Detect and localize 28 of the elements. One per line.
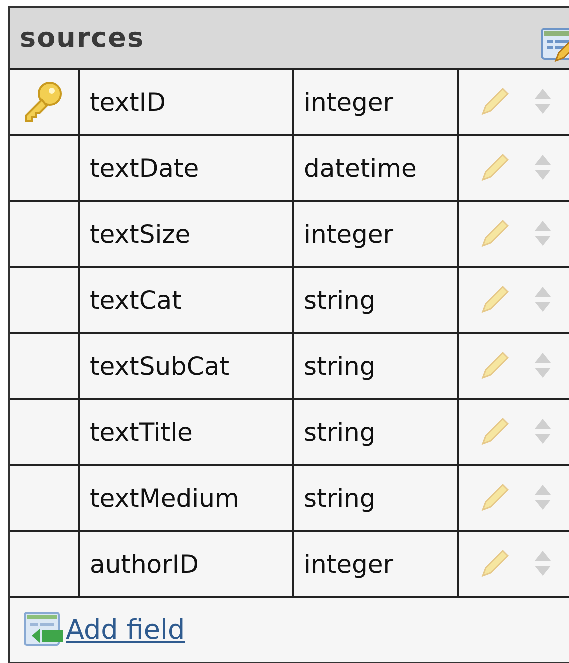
field-name-cell: textTitle	[80, 400, 294, 464]
field-name-cell: textSize	[80, 202, 294, 266]
field-name-cell: textMedium	[80, 466, 294, 530]
field-type-cell: integer	[294, 202, 459, 266]
field-name-cell: authorID	[80, 532, 294, 596]
pencil-icon[interactable]	[479, 284, 511, 316]
field-name-cell: textSubCat	[80, 334, 294, 398]
field-type-cell: integer	[294, 70, 459, 134]
pencil-icon[interactable]	[479, 152, 511, 184]
field-name-cell: textDate	[80, 136, 294, 200]
pencil-icon[interactable]	[479, 482, 511, 514]
pencil-icon[interactable]	[479, 86, 511, 118]
add-field-link[interactable]: Add field	[66, 614, 186, 646]
pencil-icon[interactable]	[479, 416, 511, 448]
add-field-icon[interactable]	[24, 612, 64, 648]
field-name-cell: textID	[80, 70, 294, 134]
pencil-icon[interactable]	[479, 350, 511, 382]
field-type-cell: string	[294, 268, 459, 332]
field-type-cell: string	[294, 334, 459, 398]
pencil-icon[interactable]	[479, 218, 511, 250]
field-type-cell: string	[294, 466, 459, 530]
field-type-cell: datetime	[294, 136, 459, 200]
edit-table-icon[interactable]	[540, 25, 569, 65]
table-title: sources	[20, 22, 145, 54]
field-type-cell: string	[294, 400, 459, 464]
field-type-cell: integer	[294, 532, 459, 596]
pencil-icon[interactable]	[479, 548, 511, 580]
field-name-cell: textCat	[80, 268, 294, 332]
